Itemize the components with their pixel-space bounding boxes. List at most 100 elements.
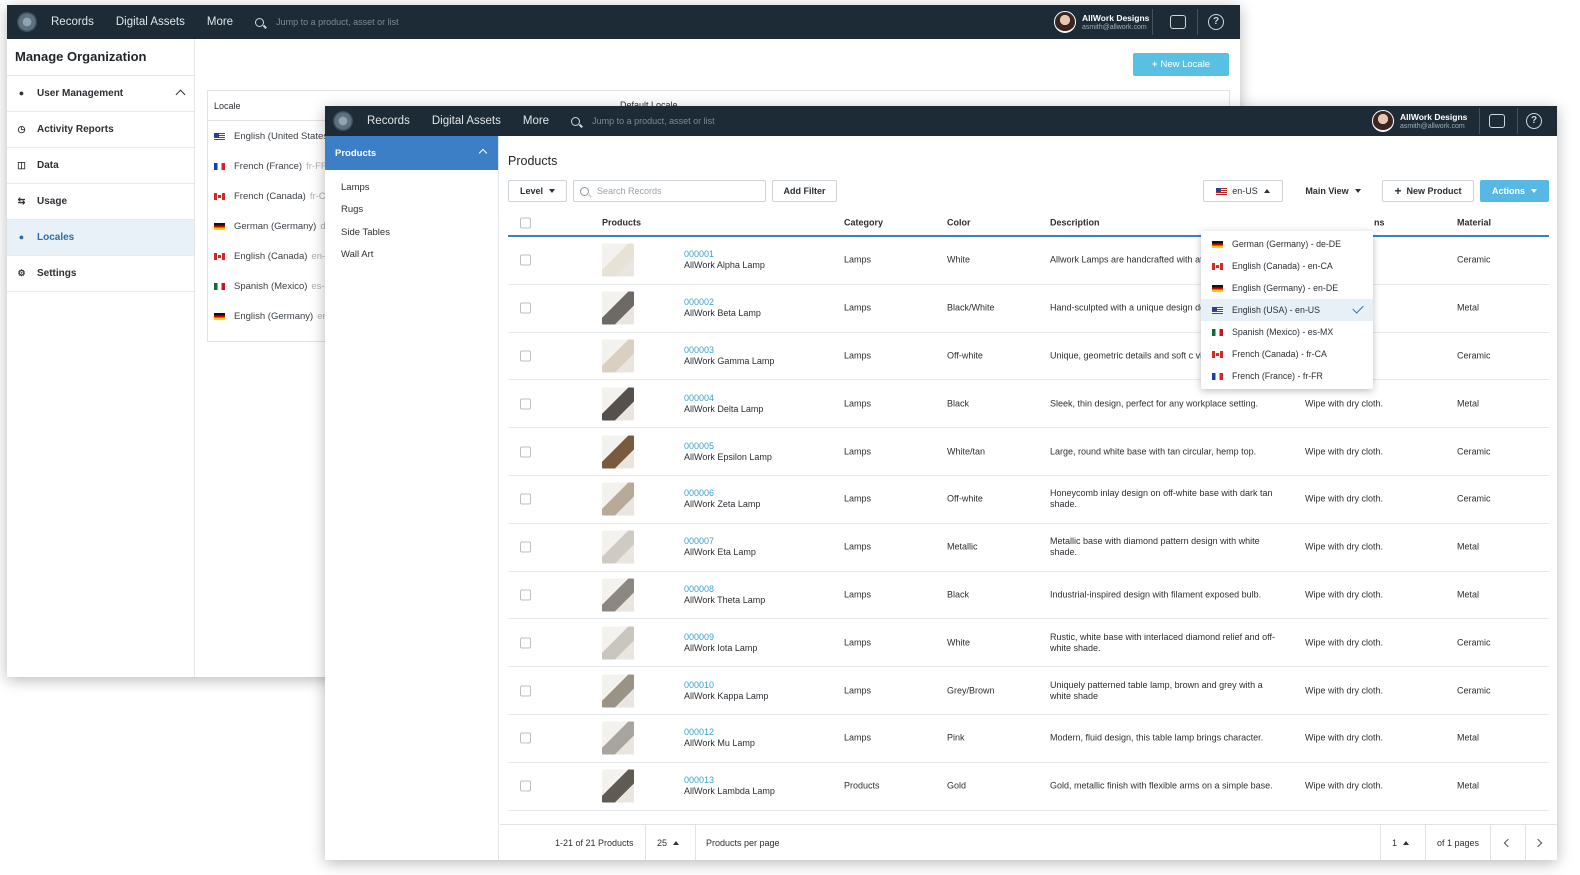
product-thumbnail[interactable] bbox=[602, 626, 634, 660]
chevron-up-icon[interactable] bbox=[175, 89, 186, 100]
product-thumbnail[interactable] bbox=[602, 721, 634, 755]
sidebar-item-user-management[interactable]: ● User Management bbox=[7, 76, 194, 112]
user-menu[interactable]: AllWork Designs asmith@allwork.com bbox=[1054, 11, 1149, 33]
column-header-products[interactable]: Products bbox=[602, 217, 641, 228]
product-id-link[interactable]: 000012 bbox=[684, 727, 755, 738]
chevron-up-icon[interactable] bbox=[478, 148, 488, 158]
add-filter-button[interactable]: Add Filter bbox=[772, 180, 837, 202]
column-header-description[interactable]: Description bbox=[1050, 217, 1100, 228]
help-icon[interactable]: ? bbox=[1526, 113, 1542, 129]
product-thumbnail[interactable] bbox=[602, 530, 634, 564]
table-row[interactable]: 000007 AllWork Eta Lamp Lamps Metallic Metal… bbox=[508, 524, 1549, 572]
next-page-button[interactable] bbox=[1533, 825, 1543, 860]
row-checkbox[interactable] bbox=[520, 780, 531, 792]
table-row[interactable]: 000002 AllWork Beta Lamp Lamps Black/White H… bbox=[508, 285, 1549, 333]
product-id-link[interactable]: 000005 bbox=[684, 441, 772, 452]
search-records-input[interactable]: Search Records bbox=[573, 180, 766, 202]
table-row[interactable]: 000001 AllWork Alpha Lamp Lamps White Allwor… bbox=[508, 237, 1549, 285]
sidebar-section-products[interactable]: Products bbox=[325, 136, 498, 170]
row-checkbox[interactable] bbox=[520, 685, 531, 697]
row-checkbox[interactable] bbox=[520, 732, 531, 744]
product-thumbnail[interactable] bbox=[602, 674, 634, 708]
locale-option[interactable]: English (Canada) - en-CA bbox=[1201, 255, 1373, 277]
product-id-link[interactable]: 000001 bbox=[684, 249, 765, 260]
row-checkbox[interactable] bbox=[520, 254, 531, 266]
nav-records[interactable]: Records bbox=[367, 115, 410, 127]
app-logo-icon[interactable] bbox=[17, 12, 37, 32]
locale-option[interactable]: German (Germany) - de-DE bbox=[1201, 233, 1373, 255]
new-locale-button[interactable]: + New Locale bbox=[1133, 53, 1229, 76]
row-checkbox[interactable] bbox=[520, 446, 531, 458]
product-id-link[interactable]: 000007 bbox=[684, 536, 756, 547]
sidebar-item-rugs[interactable]: Rugs bbox=[325, 199, 498, 222]
product-id-link[interactable]: 000013 bbox=[684, 775, 775, 786]
locale-option[interactable]: French (France) - fr-FR bbox=[1201, 365, 1373, 387]
table-row[interactable]: 000013 AllWork Lambda Lamp Products Gold Gol… bbox=[508, 763, 1549, 811]
sidebar-item-wall-art[interactable]: Wall Art bbox=[325, 244, 498, 267]
sidebar-item-side-tables[interactable]: Side Tables bbox=[325, 221, 498, 244]
sidebar-item-settings[interactable]: ⚙ Settings bbox=[7, 256, 194, 292]
global-search-input[interactable]: Jump to a product, asset or list bbox=[276, 17, 399, 27]
locale-option[interactable]: French (Canada) - fr-CA bbox=[1201, 343, 1373, 365]
actions-button[interactable]: Actions bbox=[1480, 180, 1549, 202]
sidebar-item-locales[interactable]: ● Locales bbox=[7, 220, 194, 256]
locale-selector[interactable]: en-US bbox=[1203, 180, 1283, 202]
nav-records[interactable]: Records bbox=[51, 16, 94, 28]
product-thumbnail[interactable] bbox=[602, 387, 634, 421]
global-search-input[interactable]: Jump to a product, asset or list bbox=[592, 116, 715, 126]
new-product-button[interactable]: + New Product bbox=[1382, 180, 1474, 202]
row-checkbox[interactable] bbox=[520, 398, 531, 410]
product-thumbnail[interactable] bbox=[602, 435, 634, 469]
product-id-link[interactable]: 000010 bbox=[684, 680, 768, 691]
row-checkbox[interactable] bbox=[520, 589, 531, 601]
product-thumbnail[interactable] bbox=[602, 769, 634, 803]
product-thumbnail[interactable] bbox=[602, 243, 634, 277]
sidebar-item-data[interactable]: ◫ Data bbox=[7, 148, 194, 184]
locale-option[interactable]: Spanish (Mexico) - es-MX bbox=[1201, 321, 1373, 343]
level-dropdown[interactable]: Level bbox=[508, 180, 567, 202]
page-select[interactable]: 1 bbox=[1392, 825, 1410, 860]
product-thumbnail[interactable] bbox=[602, 578, 634, 612]
product-id-link[interactable]: 000004 bbox=[684, 393, 763, 404]
locale-option[interactable]: English (Germany) - en-DE bbox=[1201, 277, 1373, 299]
product-id-link[interactable]: 000006 bbox=[684, 488, 760, 499]
row-checkbox[interactable] bbox=[520, 541, 531, 553]
inbox-icon[interactable] bbox=[1170, 15, 1186, 29]
sidebar-item-usage[interactable]: ⇆ Usage bbox=[7, 184, 194, 220]
table-row[interactable]: 000005 AllWork Epsilon Lamp Lamps White/tan… bbox=[508, 428, 1549, 476]
table-row[interactable]: 000008 AllWork Theta Lamp Lamps Black Indust… bbox=[508, 572, 1549, 620]
row-checkbox[interactable] bbox=[520, 637, 531, 649]
product-id-link[interactable]: 000008 bbox=[684, 584, 765, 595]
table-row[interactable]: 000012 AllWork Mu Lamp Lamps Pink Modern, fl… bbox=[508, 715, 1549, 763]
previous-page-button[interactable] bbox=[1503, 825, 1513, 860]
table-row[interactable]: 000006 AllWork Zeta Lamp Lamps Off-white Hon… bbox=[508, 476, 1549, 524]
inbox-icon[interactable] bbox=[1489, 114, 1505, 128]
product-id-link[interactable]: 000002 bbox=[684, 297, 761, 308]
product-thumbnail[interactable] bbox=[602, 482, 634, 516]
help-icon[interactable]: ? bbox=[1208, 14, 1224, 30]
column-header-material[interactable]: Material bbox=[1457, 217, 1491, 228]
nav-digital-assets[interactable]: Digital Assets bbox=[116, 16, 185, 28]
sidebar-item-lamps[interactable]: Lamps bbox=[325, 176, 498, 199]
sidebar-item-activity-reports[interactable]: ◷ Activity Reports bbox=[7, 112, 194, 148]
column-header-category[interactable]: Category bbox=[844, 217, 883, 228]
main-view-dropdown[interactable]: Main View bbox=[1298, 180, 1368, 202]
user-menu[interactable]: AllWork Designs asmith@allwork.com bbox=[1372, 110, 1467, 132]
product-thumbnail[interactable] bbox=[602, 291, 634, 325]
product-id-link[interactable]: 000009 bbox=[684, 632, 757, 643]
nav-more[interactable]: More bbox=[207, 16, 233, 28]
row-checkbox[interactable] bbox=[520, 493, 531, 505]
nav-more[interactable]: More bbox=[523, 115, 549, 127]
product-id-link[interactable]: 000003 bbox=[684, 345, 774, 356]
product-thumbnail[interactable] bbox=[602, 339, 634, 373]
app-logo-icon[interactable] bbox=[333, 111, 353, 131]
table-row[interactable]: 000010 AllWork Kappa Lamp Lamps Grey/Brown U… bbox=[508, 667, 1549, 715]
nav-digital-assets[interactable]: Digital Assets bbox=[432, 115, 501, 127]
column-header-care[interactable]: ns bbox=[1374, 217, 1385, 228]
table-row[interactable]: 000003 AllWork Gamma Lamp Lamps Off-white Un… bbox=[508, 333, 1549, 381]
select-all-checkbox[interactable] bbox=[520, 217, 531, 228]
column-header-color[interactable]: Color bbox=[947, 217, 971, 228]
per-page-select[interactable]: 25 bbox=[657, 825, 680, 860]
table-row[interactable]: 000009 AllWork Iota Lamp Lamps White Rustic,… bbox=[508, 619, 1549, 668]
locale-option[interactable]: English (USA) - en-US bbox=[1201, 299, 1373, 321]
